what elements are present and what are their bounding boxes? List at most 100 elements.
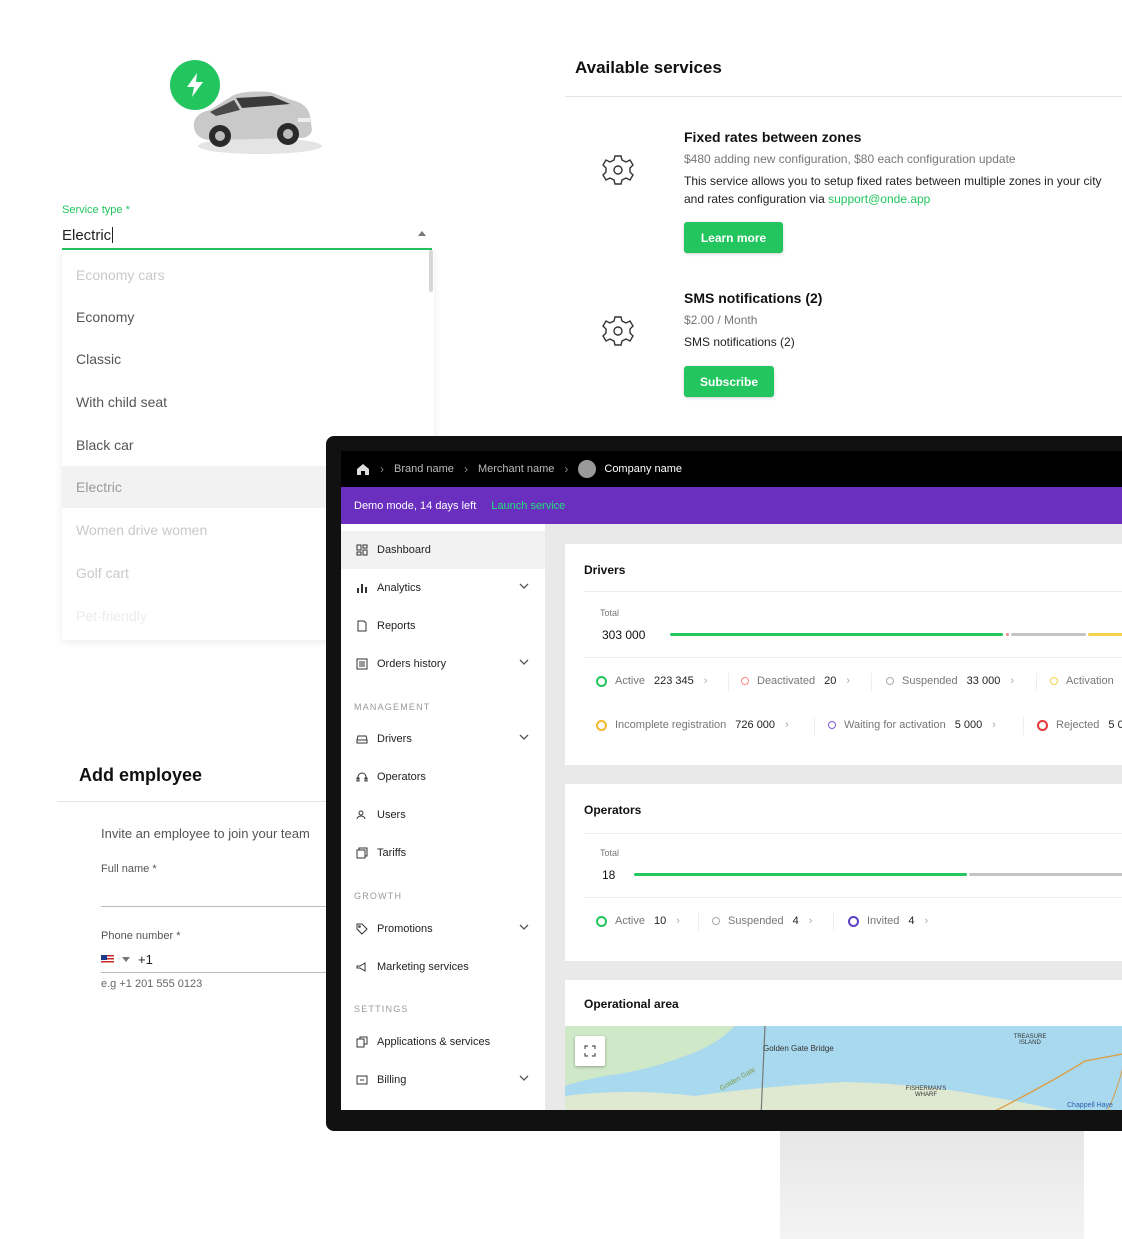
sidebar-item-billing[interactable]: Billing bbox=[341, 1061, 545, 1099]
dropdown-option[interactable]: Economy bbox=[62, 296, 434, 338]
gear-icon bbox=[601, 314, 635, 348]
operators-card: Operators Total 18 Active 10 › Suspended… bbox=[565, 784, 1122, 961]
sidebar-item-operators[interactable]: Operators bbox=[341, 758, 545, 796]
demo-text: Demo mode, 14 days left bbox=[354, 499, 477, 512]
sidebar-item-promotions[interactable]: Promotions bbox=[341, 910, 545, 948]
status-active[interactable]: Active 10 › bbox=[596, 915, 680, 927]
sidebar-item-drivers[interactable]: Drivers bbox=[341, 720, 545, 758]
status-label: Activation bbox=[1066, 675, 1114, 687]
sidebar-item-label: Promotions bbox=[377, 923, 433, 935]
status-label: Active bbox=[615, 675, 645, 687]
total-label: Total bbox=[600, 608, 620, 618]
dropdown-option[interactable]: Economy cars bbox=[62, 254, 434, 296]
phone-hint: e.g +1 201 555 0123 bbox=[101, 978, 203, 990]
monitor-stand bbox=[780, 1128, 1084, 1239]
status-value: 726 000 bbox=[735, 719, 776, 731]
status-label: Waiting for activation bbox=[844, 719, 946, 731]
phone-prefix: +1 bbox=[138, 952, 153, 967]
status-label: Suspended bbox=[902, 675, 958, 687]
service-description-line: and rates configuration via bbox=[684, 192, 829, 206]
breadcrumb-brand[interactable]: Brand name bbox=[394, 463, 454, 475]
sidebar-item-label: Orders history bbox=[377, 658, 447, 670]
sidebar-item-orders-history[interactable]: Orders history bbox=[341, 645, 545, 683]
sidebar-item-marketing[interactable]: Marketing services bbox=[341, 948, 545, 986]
section-growth: GROWTH bbox=[354, 891, 403, 901]
lightning-icon bbox=[170, 60, 220, 110]
chevron-right-icon: › bbox=[992, 719, 996, 731]
expand-icon[interactable] bbox=[575, 1036, 605, 1066]
sidebar-item-label: Tariffs bbox=[377, 847, 407, 859]
breadcrumb-merchant[interactable]: Merchant name bbox=[478, 463, 554, 475]
learn-more-button[interactable]: Learn more bbox=[684, 222, 783, 253]
breadcrumb-company[interactable]: Company name bbox=[604, 463, 682, 475]
text-caret bbox=[112, 227, 114, 243]
status-value: 223 345 bbox=[653, 675, 694, 687]
sidebar-item-reports[interactable]: Reports bbox=[341, 607, 545, 645]
operational-area-title: Operational area bbox=[584, 997, 679, 1011]
support-email-link[interactable]: support@onde.app bbox=[828, 192, 930, 206]
status-deactivated[interactable]: Deactivated 20 › bbox=[741, 675, 850, 687]
divider bbox=[871, 673, 872, 691]
sidebar-item-analytics[interactable]: Analytics bbox=[341, 569, 545, 607]
sidebar-item-applications[interactable]: Applications & services bbox=[341, 1023, 545, 1061]
chevron-right-icon: › bbox=[924, 915, 929, 927]
dropdown-option[interactable]: With child seat bbox=[62, 381, 434, 423]
demo-banner: Demo mode, 14 days left Launch service bbox=[341, 487, 1122, 524]
phone-field[interactable] bbox=[101, 972, 327, 973]
progress-active bbox=[634, 873, 967, 876]
list-icon bbox=[356, 658, 368, 670]
status-value: 5 0 bbox=[1108, 719, 1122, 731]
status-suspended[interactable]: Suspended 33 000 › bbox=[886, 675, 1014, 687]
status-label: Suspended bbox=[728, 915, 784, 927]
users-icon bbox=[356, 810, 366, 820]
car-icon bbox=[356, 735, 368, 744]
status-dot bbox=[596, 719, 607, 731]
divider bbox=[565, 96, 1122, 97]
apps-icon bbox=[356, 1036, 368, 1048]
status-suspended[interactable]: Suspended 4 › bbox=[712, 915, 812, 927]
launch-service-link[interactable]: Launch service bbox=[491, 500, 565, 512]
status-invited[interactable]: Invited 4 › bbox=[848, 915, 928, 927]
sidebar: Dashboard Analytics Reports Orders histo… bbox=[341, 524, 545, 1110]
invite-text: Invite an employee to join your team bbox=[101, 826, 310, 841]
full-name-field[interactable] bbox=[101, 906, 327, 907]
divider bbox=[1023, 717, 1024, 735]
status-value: 33 000 bbox=[966, 675, 1001, 687]
operational-area-map[interactable]: Golden Gate Bridge Golden Gate TREASURE … bbox=[565, 1026, 1122, 1110]
status-dot bbox=[712, 917, 720, 925]
progress-deactivated bbox=[1006, 633, 1009, 636]
sidebar-item-label: Marketing services bbox=[377, 961, 469, 973]
map-label-treasure-island: TREASURE ISLAND bbox=[1013, 1034, 1047, 1046]
sidebar-item-label: Operators bbox=[377, 771, 426, 783]
sidebar-item-users[interactable]: Users bbox=[341, 796, 545, 834]
breadcrumb: › Brand name › Merchant name › Company n… bbox=[341, 451, 1122, 487]
chevron-down-icon bbox=[519, 659, 529, 665]
chevron-right-icon: › bbox=[380, 462, 384, 476]
status-dot bbox=[1037, 719, 1048, 731]
status-rejected[interactable]: Rejected 5 0 bbox=[1037, 719, 1122, 731]
service-type-input[interactable]: Electric bbox=[62, 222, 432, 250]
sidebar-item-label: Billing bbox=[377, 1074, 407, 1086]
caret-up-icon[interactable] bbox=[418, 231, 426, 236]
home-icon[interactable] bbox=[356, 463, 370, 476]
sidebar-item-tariffs[interactable]: Tariffs bbox=[341, 834, 545, 872]
dashboard-content: Drivers Total 303 000 Active 223 345 › D… bbox=[545, 524, 1122, 1110]
status-label: Invited bbox=[867, 915, 900, 927]
status-waiting[interactable]: Waiting for activation 5 000 › bbox=[828, 719, 996, 731]
dropdown-option[interactable]: Classic bbox=[62, 338, 434, 380]
status-incomplete[interactable]: Incomplete registration 726 000 › bbox=[596, 719, 789, 731]
divider bbox=[584, 897, 1122, 898]
map-label-chappell: Chappell Haye bbox=[1067, 1102, 1113, 1109]
phone-country-select[interactable]: +1 bbox=[101, 952, 153, 967]
add-employee-title: Add employee bbox=[79, 765, 203, 785]
status-activation[interactable]: Activation bbox=[1050, 675, 1114, 687]
status-value: 4 bbox=[792, 915, 799, 927]
divider bbox=[728, 673, 729, 691]
subscribe-button[interactable]: Subscribe bbox=[684, 366, 774, 397]
status-active[interactable]: Active 223 345 › bbox=[596, 675, 707, 687]
sidebar-item-label: Analytics bbox=[377, 582, 422, 594]
full-name-label: Full name * bbox=[101, 863, 157, 875]
sidebar-item-dashboard[interactable]: Dashboard bbox=[341, 531, 545, 569]
progress-active bbox=[670, 633, 1003, 636]
divider bbox=[584, 657, 1122, 658]
